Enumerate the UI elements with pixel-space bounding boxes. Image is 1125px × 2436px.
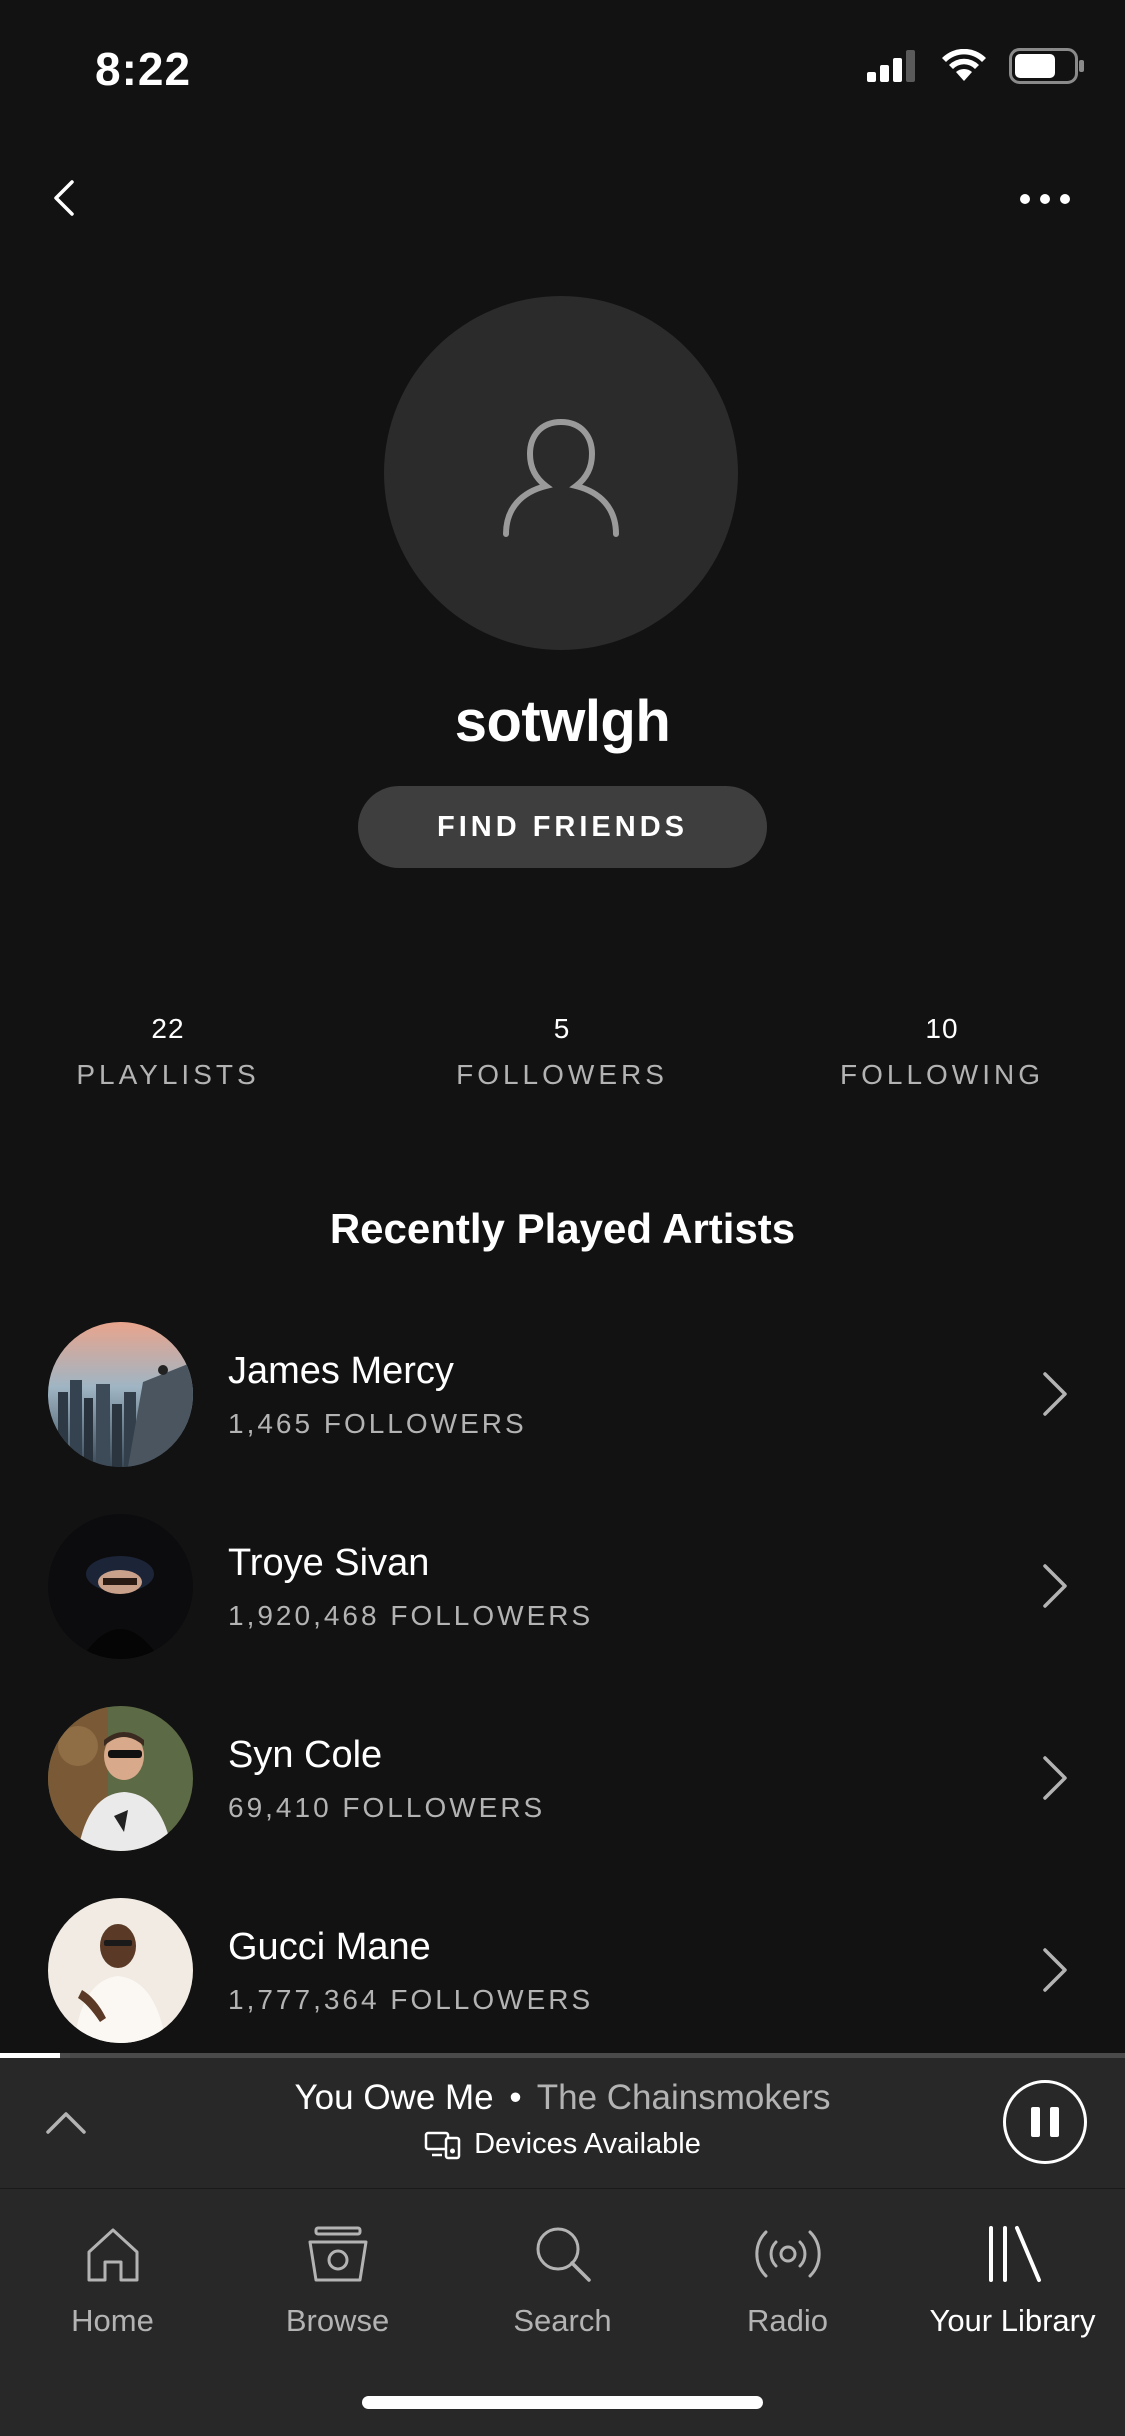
status-time: 8:22 — [95, 43, 192, 95]
home-indicator[interactable] — [362, 2396, 763, 2409]
stat-followers[interactable]: 5 FOLLOWERS — [412, 1013, 712, 1091]
artist-name: Syn Cole — [228, 1734, 383, 1776]
stat-label: FOLLOWERS — [456, 1059, 668, 1090]
pause-icon-bar — [1050, 2107, 1059, 2137]
list-item[interactable]: Troye Sivan 1,920,468 FOLLOWERS — [0, 1514, 1125, 1659]
artist-name: Troye Sivan — [228, 1542, 430, 1584]
stat-playlists[interactable]: 22 PLAYLISTS — [18, 1013, 318, 1091]
back-button[interactable] — [36, 170, 96, 230]
stat-label: PLAYLISTS — [76, 1059, 260, 1090]
artist-photo — [48, 1322, 193, 1467]
artist-followers: 1,920,468 FOLLOWERS — [228, 1600, 594, 1631]
stat-value: 5 — [553, 1013, 571, 1044]
username: sotwlgh — [454, 689, 671, 754]
find-friends-button[interactable]: FIND FRIENDS — [358, 786, 767, 868]
tab-label: Radio — [747, 2303, 828, 2338]
devices-icon — [424, 2131, 461, 2159]
tab-label: Home — [71, 2303, 154, 2338]
list-item[interactable]: James Mercy 1,465 FOLLOWERS — [0, 1322, 1125, 1467]
now-playing-bar[interactable]: You Owe Me • The Chainsmokers Devices Av… — [0, 2058, 1125, 2188]
tab-home[interactable]: Home — [0, 2219, 225, 2339]
wifi-icon — [942, 49, 986, 81]
library-icon — [988, 2226, 1041, 2282]
now-playing-title: You Owe Me • The Chainsmokers — [0, 2078, 1125, 2118]
battery-icon — [1009, 48, 1084, 84]
stat-value: 22 — [151, 1013, 185, 1044]
tab-browse[interactable]: Browse — [225, 2219, 450, 2339]
more-options-button[interactable] — [1005, 175, 1085, 225]
signal-icon — [867, 50, 915, 82]
track-name: You Owe Me — [294, 2078, 494, 2117]
artist-photo — [48, 1898, 193, 2043]
pause-button[interactable] — [1003, 2080, 1087, 2164]
tab-radio[interactable]: Radio — [675, 2219, 900, 2339]
tab-label: Browse — [285, 2303, 390, 2338]
status-bar: 8:22 — [0, 0, 1125, 135]
section-title: Recently Played Artists — [329, 1205, 796, 1252]
status-icons — [867, 48, 1085, 84]
stat-following[interactable]: 10 FOLLOWING — [792, 1013, 1092, 1091]
title-separator: • — [509, 2078, 522, 2117]
radio-icon — [754, 2230, 821, 2278]
pause-icon — [1031, 2107, 1040, 2137]
more-horizontal-icon — [1020, 194, 1070, 204]
tab-label: Your Library — [929, 2303, 1096, 2338]
artist-name: James Mercy — [228, 1350, 454, 1392]
profile-stats: 22 PLAYLISTS 5 FOLLOWERS 10 FOLLOWING — [0, 1013, 1125, 1103]
browse-icon — [308, 2226, 367, 2282]
search-icon — [536, 2227, 591, 2282]
chevron-right-icon — [1043, 1564, 1067, 1608]
chevron-right-icon — [1043, 1756, 1067, 1800]
chevron-left-icon — [54, 180, 74, 216]
artist-photo — [48, 1514, 193, 1659]
stat-label: FOLLOWING — [839, 1059, 1044, 1090]
devices-label: Devices Available — [474, 2128, 701, 2160]
devices-available[interactable]: Devices Available — [0, 2128, 1125, 2161]
chevron-right-icon — [1043, 1372, 1067, 1416]
tab-search[interactable]: Search — [450, 2219, 675, 2339]
list-item[interactable]: Gucci Mane 1,777,364 FOLLOWERS — [0, 1898, 1125, 2043]
artist-photo — [48, 1706, 193, 1851]
avatar[interactable] — [384, 296, 738, 650]
artist-name: Gucci Mane — [228, 1926, 431, 1968]
artist-followers: 1,465 FOLLOWERS — [228, 1408, 527, 1439]
list-item[interactable]: Syn Cole 69,410 FOLLOWERS — [0, 1706, 1125, 1851]
artist-followers: 69,410 FOLLOWERS — [228, 1792, 546, 1823]
tab-your-library[interactable]: Your Library — [900, 2219, 1125, 2339]
tab-label: Search — [513, 2303, 612, 2338]
stat-value: 10 — [925, 1013, 959, 1044]
artist-followers: 1,777,364 FOLLOWERS — [228, 1984, 594, 2015]
track-artist: The Chainsmokers — [536, 2078, 831, 2117]
chevron-right-icon — [1043, 1948, 1067, 1992]
home-icon — [87, 2228, 138, 2282]
user-icon — [503, 419, 619, 537]
